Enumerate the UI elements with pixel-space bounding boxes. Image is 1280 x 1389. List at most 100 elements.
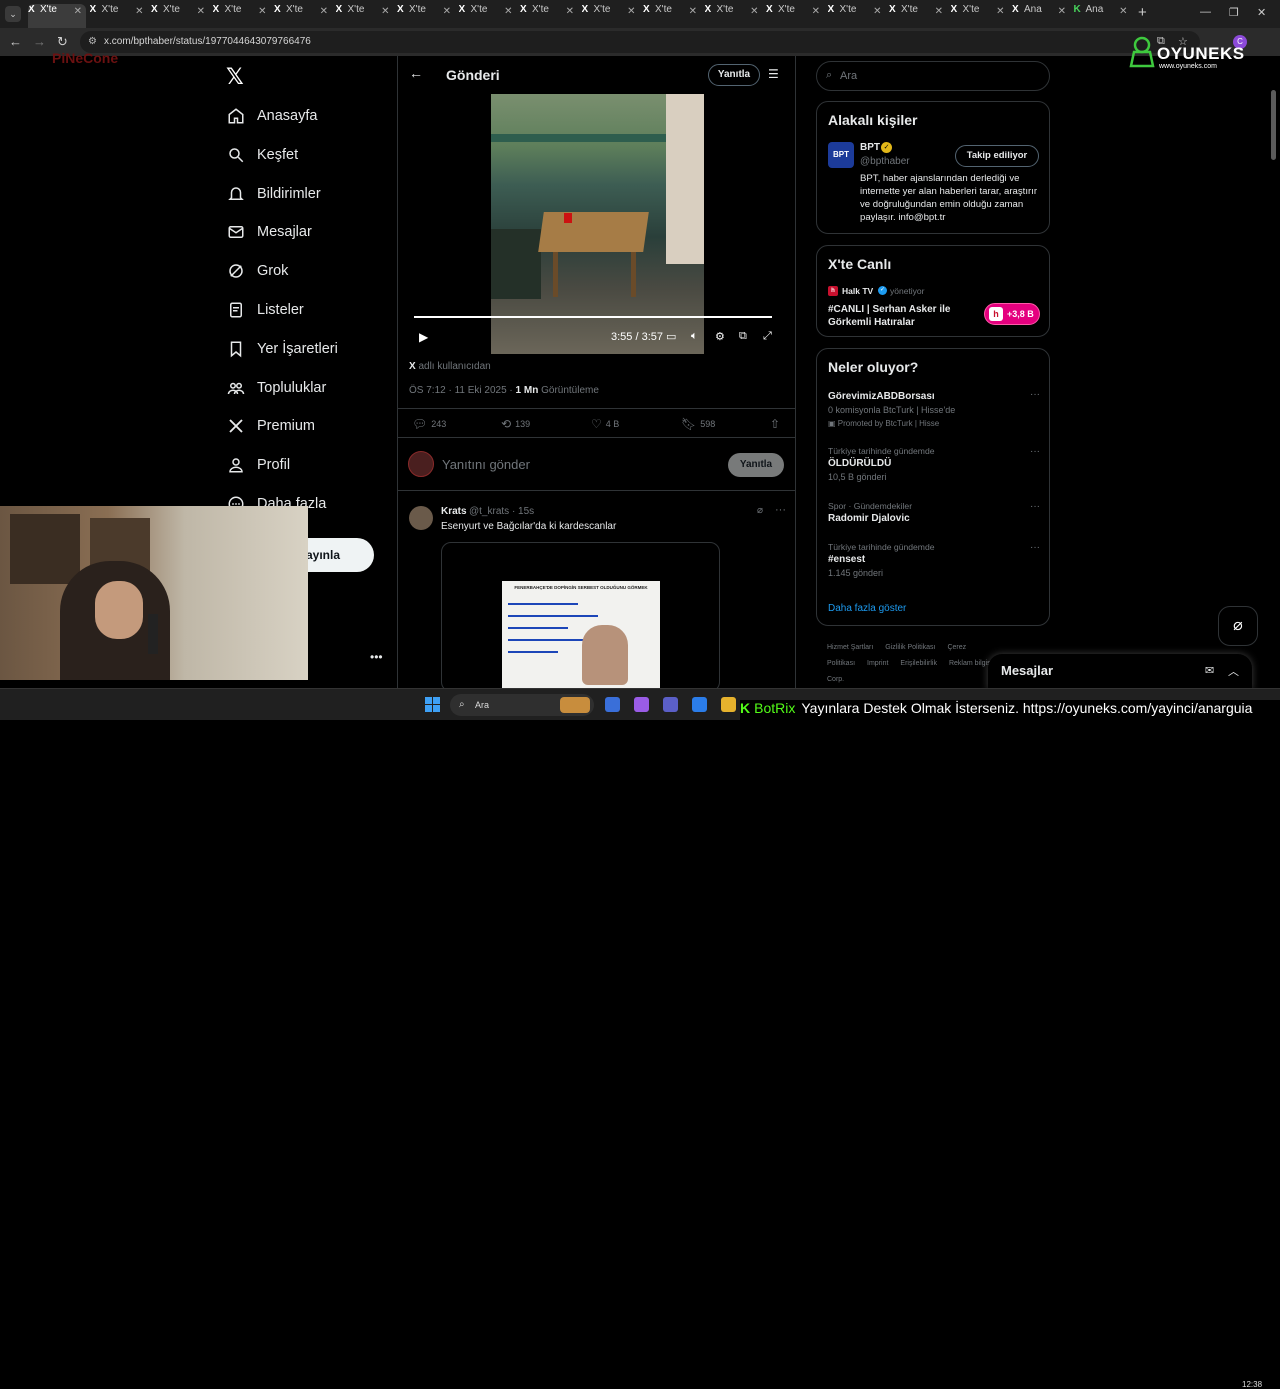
tab-close-icon[interactable]: ✕ bbox=[1119, 6, 1127, 17]
browser-tab[interactable]: X X'te ✕ bbox=[951, 4, 1009, 24]
video-settings-icon[interactable]: ⚙ bbox=[715, 330, 725, 343]
browser-tab[interactable]: X X'te ✕ bbox=[828, 4, 886, 24]
tab-search-button[interactable]: ⌄ bbox=[5, 6, 21, 22]
nav-item-mail[interactable]: Mesajlar bbox=[226, 217, 312, 247]
footer-link[interactable]: Hizmet Şartları bbox=[827, 644, 873, 651]
file-explorer-icon[interactable] bbox=[721, 697, 736, 712]
pip-icon[interactable]: ⧉ bbox=[739, 330, 747, 343]
tab-close-icon[interactable]: ✕ bbox=[135, 6, 143, 17]
more-icon[interactable]: ··· bbox=[1030, 501, 1040, 512]
tab-close-icon[interactable]: ✕ bbox=[689, 6, 697, 17]
reply-input[interactable]: Yanıtını gönder bbox=[442, 457, 530, 472]
browser-tab[interactable]: X X'te ✕ bbox=[582, 4, 640, 24]
tab-close-icon[interactable]: ✕ bbox=[320, 6, 328, 17]
tab-close-icon[interactable]: ✕ bbox=[258, 6, 266, 17]
tab-close-icon[interactable]: ✕ bbox=[873, 6, 881, 17]
minimize-icon[interactable]: — bbox=[1200, 6, 1211, 18]
nav-item-x-premium[interactable]: Premium bbox=[226, 411, 315, 441]
reply-author-name[interactable]: Krats bbox=[441, 506, 467, 517]
browser-tab[interactable]: X X'te ✕ bbox=[151, 4, 209, 24]
nav-item-home[interactable]: Anasayfa bbox=[226, 101, 317, 131]
live-listeners-badge[interactable]: h +3,8 B bbox=[984, 303, 1040, 325]
captions-icon[interactable]: ▭ bbox=[666, 330, 676, 343]
trend-item[interactable]: GörevimizABDBorsası 0 komisyonla BtcTurk … bbox=[828, 389, 1040, 428]
edge-icon[interactable] bbox=[605, 697, 620, 712]
address-bar[interactable]: ⚙ x.com/bpthaber/status/1977044643079766… bbox=[80, 31, 1200, 53]
back-icon[interactable]: ← bbox=[9, 34, 22, 49]
reply-pill-button[interactable]: Yanıtla bbox=[708, 64, 760, 86]
taskbar-search[interactable]: ⌕ Ara bbox=[450, 694, 594, 716]
trend-item[interactable]: Türkiye tarihinde gündemde #ensest 1.145 g… bbox=[828, 542, 1040, 578]
scrollbar[interactable] bbox=[1271, 90, 1276, 160]
browser-tab[interactable]: X X'te ✕ bbox=[397, 4, 455, 24]
reply-media[interactable]: FENERBAHÇE'DE DOPİNGİN SERBEST OLDUĞUNU … bbox=[441, 542, 720, 688]
footer-link[interactable]: Reklam bilgisi bbox=[949, 660, 992, 667]
share-action[interactable]: ⇧ bbox=[770, 417, 784, 431]
tab-close-icon[interactable]: ✕ bbox=[197, 6, 205, 17]
store-icon[interactable] bbox=[692, 697, 707, 712]
reply-tweet[interactable]: Krats @t_krats · 15s ⌀ ··· Esenyurt ve B… bbox=[398, 496, 795, 688]
tab-close-icon[interactable]: ✕ bbox=[627, 6, 635, 17]
footer-link[interactable]: Gizlilik Politikası bbox=[885, 644, 935, 651]
browser-tab[interactable]: X X'te ✕ bbox=[274, 4, 332, 24]
video-progress-bar[interactable] bbox=[414, 316, 773, 318]
like-action[interactable]: ♡ 4 B bbox=[591, 417, 619, 431]
new-message-icon[interactable]: ✉ bbox=[1205, 664, 1214, 677]
reply-submit-button[interactable]: Yanıtla bbox=[728, 453, 784, 477]
nav-item-grok[interactable]: Grok bbox=[226, 256, 288, 286]
nav-item-list[interactable]: Listeler bbox=[226, 295, 304, 325]
grok-fab-icon[interactable]: ⌀ bbox=[1218, 606, 1258, 646]
new-tab-button[interactable]: + bbox=[1138, 4, 1147, 21]
back-arrow-icon[interactable]: ← bbox=[409, 65, 423, 81]
nav-item-bell[interactable]: Bildirimler bbox=[226, 179, 321, 209]
x-logo-icon[interactable]: 𝕏 bbox=[226, 64, 244, 90]
footer-link[interactable]: Imprint bbox=[867, 660, 888, 667]
trend-item[interactable]: Spor · Gündemdekiler Radomir Djalovic ··· bbox=[828, 501, 1040, 524]
show-more-link[interactable]: Daha fazla göster bbox=[828, 603, 906, 614]
browser-tab[interactable]: X X'te ✕ bbox=[766, 4, 824, 24]
browser-tab[interactable]: X X'te ✕ bbox=[28, 4, 86, 28]
user-avatar[interactable] bbox=[408, 451, 434, 477]
attribution-text[interactable]: adlı kullanıcıdan bbox=[418, 361, 490, 372]
live-title[interactable]: #CANLI | Serhan Asker ile Görkemli Hatır… bbox=[828, 303, 978, 329]
browser-tab[interactable]: X X'te ✕ bbox=[459, 4, 517, 24]
video-player[interactable]: ▶ 3:55 / 3:57 ▭ 🔈︎ ⚙ ⧉ ⤢ bbox=[410, 94, 785, 354]
nav-item-search[interactable]: Keşfet bbox=[226, 140, 298, 170]
search-input[interactable]: ⌕ Ara bbox=[816, 61, 1050, 91]
volume-icon[interactable]: 🔈︎ bbox=[691, 330, 698, 343]
more-icon[interactable]: ··· bbox=[1030, 389, 1040, 400]
avatar[interactable]: BPT bbox=[828, 142, 854, 168]
tab-close-icon[interactable]: ✕ bbox=[504, 6, 512, 17]
tab-close-icon[interactable]: ✕ bbox=[1058, 6, 1066, 17]
bookmark-action[interactable]: 🔖︎ 598 bbox=[681, 417, 715, 431]
url-text[interactable]: x.com/bpthaber/status/197704464307976647… bbox=[104, 36, 311, 47]
browser-tab[interactable]: X X'te ✕ bbox=[705, 4, 763, 24]
forward-icon[interactable]: → bbox=[33, 34, 46, 49]
maximize-icon[interactable]: ❐ bbox=[1229, 6, 1239, 19]
chevron-up-icon[interactable]: ︿ bbox=[1228, 663, 1239, 679]
windows-start-icon[interactable] bbox=[425, 697, 441, 713]
more-icon[interactable]: ··· bbox=[1030, 446, 1040, 457]
more-icon[interactable]: ··· bbox=[775, 504, 786, 516]
tab-close-icon[interactable]: ✕ bbox=[443, 6, 451, 17]
messages-drawer[interactable]: Mesajlar ✉ ︿ bbox=[988, 654, 1252, 690]
following-button[interactable]: Takip ediliyor bbox=[955, 145, 1039, 167]
person-handle[interactable]: @bpthaber bbox=[860, 156, 910, 167]
play-icon[interactable]: ▶ bbox=[419, 330, 428, 344]
live-host[interactable]: Halk TV bbox=[842, 286, 873, 296]
grok-icon[interactable]: ⌀ bbox=[757, 505, 763, 516]
account-more-icon[interactable]: ••• bbox=[370, 650, 383, 664]
reply-author-handle[interactable]: @t_krats · 15s bbox=[469, 506, 534, 517]
tab-close-icon[interactable]: ✕ bbox=[812, 6, 820, 17]
nav-item-profile[interactable]: Profil bbox=[226, 450, 290, 480]
browser-tab[interactable]: X X'te ✕ bbox=[336, 4, 394, 24]
sliders-icon[interactable]: ☰ bbox=[768, 67, 779, 81]
tab-close-icon[interactable]: ✕ bbox=[381, 6, 389, 17]
site-info-icon[interactable]: ⚙ bbox=[88, 36, 97, 47]
trend-item[interactable]: Türkiye tarihinde gündemde ÖLDÜRÜLDÜ 10,5 … bbox=[828, 446, 1040, 482]
browser-tab[interactable]: X X'te ✕ bbox=[90, 4, 148, 24]
reply-action[interactable]: 💬︎ 243 bbox=[412, 417, 446, 431]
person-name[interactable]: BPT bbox=[860, 142, 880, 153]
tab-close-icon[interactable]: ✕ bbox=[74, 6, 82, 17]
tab-close-icon[interactable]: ✕ bbox=[935, 6, 943, 17]
